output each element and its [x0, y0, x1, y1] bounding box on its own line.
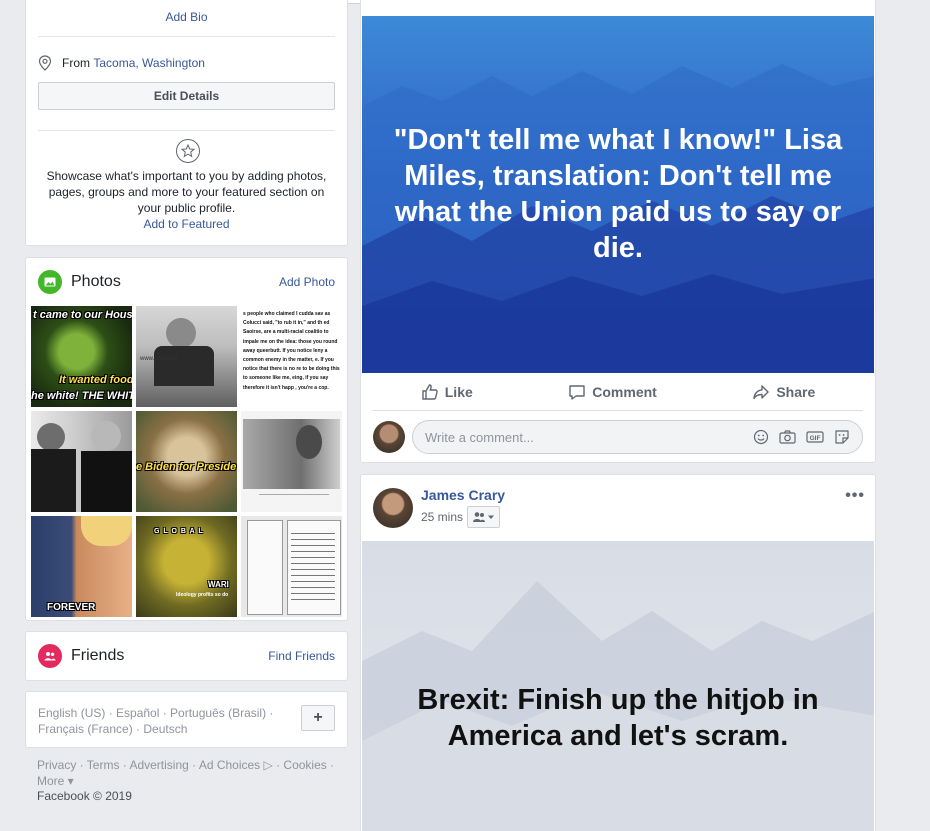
from-row: From Tacoma, Washington: [38, 55, 205, 71]
post-timestamp-row: 25 mins: [421, 506, 505, 528]
comment-row: Write a comment... GIF: [373, 420, 863, 454]
from-label: From: [62, 56, 94, 70]
photo-caption: FOREVER: [47, 602, 96, 613]
friends-icon: [38, 644, 62, 668]
footer-links[interactable]: Privacy · Terms · Advertising · Ad Choic…: [37, 757, 342, 789]
language-list[interactable]: English (US) · Español · Português (Bras…: [38, 705, 288, 737]
photos-card: Photos Add Photo t came to our House It …: [25, 257, 348, 621]
friends-title[interactable]: Friends: [71, 647, 124, 665]
comment-placeholder: Write a comment...: [425, 429, 534, 445]
add-photo-link[interactable]: Add Photo: [279, 275, 335, 289]
star-icon: [176, 139, 200, 163]
photo-thumbnail[interactable]: [241, 411, 342, 512]
photo-caption: It wanted food: [59, 374, 132, 386]
photo-watermark: www.cnn.com: [140, 356, 178, 362]
share-label: Share: [776, 383, 816, 400]
photo-caption: he white! THE WHITE: [31, 390, 132, 402]
friends-card: Friends Find Friends: [25, 631, 348, 681]
like-button[interactable]: Like: [421, 383, 473, 401]
photo-caption: t came to our House: [33, 309, 132, 321]
photo-thumbnail[interactable]: G L O B A L WARI Ideology profits so do: [136, 516, 237, 617]
like-label: Like: [444, 383, 473, 400]
hometown-link[interactable]: Tacoma, Washington: [93, 56, 205, 70]
author-name[interactable]: James Crary: [421, 487, 505, 503]
photos-header: Photos: [38, 270, 121, 294]
photo-thumbnail[interactable]: e Biden for Preside: [136, 411, 237, 512]
divider: [38, 36, 335, 37]
post-card: "Don't tell me what I know!" Lisa Miles,…: [360, 0, 876, 463]
photo-caption: Ideology profits so do: [176, 592, 229, 598]
comment-label: Comment: [592, 383, 657, 400]
copyright: Facebook © 2019: [37, 789, 132, 803]
post-text: Brexit: Finish up the hitjob in America …: [417, 684, 819, 752]
post-background: "Don't tell me what I know!" Lisa Miles,…: [362, 16, 874, 373]
add-bio-link[interactable]: Add Bio: [26, 10, 347, 24]
camera-icon[interactable]: [779, 429, 796, 445]
sticker-icon[interactable]: [834, 429, 850, 445]
add-language-button[interactable]: +: [301, 705, 335, 731]
photo-thumbnail[interactable]: s people who claimed I cudda sav as Colu…: [241, 306, 342, 407]
author-avatar[interactable]: [373, 487, 413, 528]
friends-header: Friends: [38, 644, 124, 668]
photos-title[interactable]: Photos: [71, 273, 121, 291]
share-button[interactable]: Share: [752, 383, 815, 401]
emoji-icon[interactable]: [753, 429, 769, 445]
post-background: Brexit: Finish up the hitjob in America …: [362, 541, 874, 831]
showcase-text: Showcase what's important to you by addi…: [46, 169, 327, 215]
photo-caption: G L O B A L: [154, 528, 204, 535]
language-card: English (US) · Español · Português (Bras…: [25, 691, 348, 748]
add-to-featured-link[interactable]: Add to Featured: [26, 217, 347, 231]
post-timestamp[interactable]: 25 mins: [421, 510, 463, 524]
audience-selector[interactable]: [467, 506, 501, 528]
photo-thumbnail[interactable]: t came to our House It wanted food he wh…: [31, 306, 132, 407]
divider: [38, 130, 335, 131]
avatar: [373, 421, 405, 453]
comment-input[interactable]: Write a comment... GIF: [412, 420, 863, 454]
find-friends-link[interactable]: Find Friends: [268, 649, 335, 663]
photos-icon: [38, 270, 62, 294]
photo-thumbnail[interactable]: FOREVER: [31, 516, 132, 617]
photo-grid: t came to our House It wanted food he wh…: [31, 306, 344, 617]
share-icon: [753, 384, 770, 399]
location-pin-icon: [38, 55, 52, 71]
post-meta: James Crary 25 mins: [421, 487, 505, 528]
friends-audience-icon: [472, 512, 494, 522]
photo-thumbnail[interactable]: [31, 411, 132, 512]
comment-tools: GIF: [753, 429, 850, 445]
edit-details-button[interactable]: Edit Details: [38, 82, 335, 110]
post-header: James Crary 25 mins: [373, 487, 505, 528]
photo-caption: e Biden for Preside: [136, 461, 237, 473]
photo-thumbnail[interactable]: [241, 516, 342, 617]
photo-thumbnail[interactable]: www.cnn.com: [136, 306, 237, 407]
thumbs-up-icon: [422, 383, 438, 400]
post-text: "Don't tell me what I know!" Lisa Miles,…: [393, 124, 843, 264]
gif-icon[interactable]: GIF: [806, 429, 824, 445]
post-options-button[interactable]: •••: [845, 487, 865, 505]
comment-icon: [569, 384, 585, 400]
post-card: James Crary 25 mins ••• Brexit: Finish u…: [360, 474, 876, 831]
intro-card: Add Bio From Tacoma, Washington Edit Det…: [25, 0, 348, 246]
photo-text: s people who claimed I cudda sav as Colu…: [243, 311, 340, 391]
post-actions: Like Comment Share: [373, 373, 863, 411]
comment-button[interactable]: Comment: [568, 383, 657, 401]
svg-text:GIF: GIF: [810, 435, 821, 442]
photo-caption: WARI: [208, 580, 229, 589]
